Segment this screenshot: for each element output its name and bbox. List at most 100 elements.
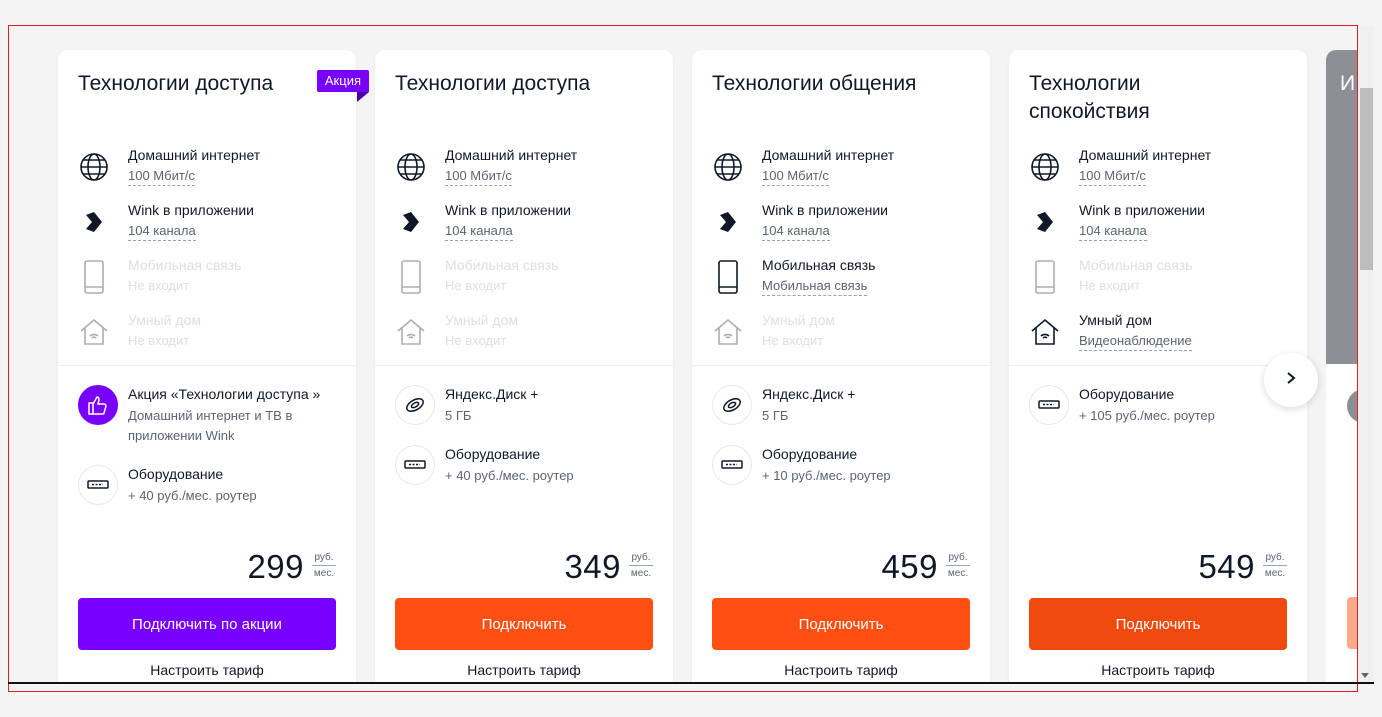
feature-name: Умный дом: [762, 312, 835, 328]
configure-tariff-link[interactable]: Настроить тариф: [692, 662, 990, 678]
price-unit-divider: [946, 565, 970, 566]
feature-value[interactable]: Видеонаблюдение: [1079, 332, 1192, 351]
globe-icon: [712, 151, 744, 183]
feature-mobile: Мобильная связь Не входит: [395, 256, 655, 300]
next-card-button[interactable]: [1347, 597, 1357, 649]
price-unit-divider: [312, 565, 336, 566]
feature-value[interactable]: 104 канала: [1079, 222, 1147, 241]
router-icon: [395, 445, 435, 485]
tariff-card: Технологии доступа Акция Домашний интерн…: [58, 50, 370, 682]
price-unit-divider: [1263, 565, 1287, 566]
house-icon: [395, 316, 427, 348]
feature-smart-home: Умный дом Видеонаблюдение: [1029, 311, 1289, 355]
configure-tariff-link[interactable]: Настроить тариф: [58, 662, 356, 678]
feature-value: Не входит: [128, 333, 190, 348]
connect-button[interactable]: Подключить: [395, 598, 653, 650]
price-unit: руб. мес.: [629, 552, 653, 585]
router-icon: [78, 465, 118, 505]
feature-internet: Домашний интернет 100 Мбит/с: [395, 146, 655, 190]
phone-icon: [78, 260, 110, 294]
feature-internet: Домашний интернет 100 Мбит/с: [712, 146, 972, 190]
feature-name: Wink в приложении: [128, 202, 254, 218]
connect-button[interactable]: Подключить: [712, 598, 970, 650]
price-currency: руб.: [631, 552, 651, 563]
disk-icon: [395, 385, 435, 425]
feature-name: Умный дом: [445, 312, 518, 328]
feature-value: Не входит: [445, 333, 507, 348]
feature-value[interactable]: 100 Мбит/с: [445, 167, 512, 186]
price-amount: 549: [1198, 548, 1255, 585]
wink-icon: [78, 206, 110, 238]
feature-value[interactable]: 100 Мбит/с: [128, 167, 195, 186]
feature-name: Wink в приложении: [1079, 202, 1205, 218]
option-title: Оборудование: [1079, 386, 1175, 402]
option-text: + 105 руб./мес. роутер: [1079, 408, 1215, 423]
option-title: Акция «Технологии доступа »: [128, 386, 321, 402]
next-card-header[interactable]: И: [1326, 50, 1357, 364]
thumbs-up-icon: [78, 385, 118, 425]
price-period: мес.: [1264, 568, 1286, 579]
tariff-card: Технологии общения Домашний интернет 100…: [692, 50, 990, 682]
feature-value[interactable]: Мобильная связь: [762, 277, 868, 296]
option-title: Яндекс.Диск +: [445, 386, 539, 402]
globe-icon: [395, 151, 427, 183]
feature-value[interactable]: 104 канала: [762, 222, 830, 241]
feature-value: Не входит: [1079, 278, 1141, 293]
price-unit: руб. мес.: [312, 552, 336, 585]
divider: [58, 365, 356, 366]
feature-name: Wink в приложении: [762, 202, 888, 218]
feature-name: Умный дом: [1079, 312, 1152, 328]
vertical-scrollbar[interactable]: [1358, 26, 1374, 682]
router-icon: [1029, 385, 1069, 425]
configure-tariff-link[interactable]: Настроить тариф: [1009, 662, 1307, 678]
wink-icon: [395, 206, 427, 238]
connect-promo-button[interactable]: Подключить по акции: [78, 598, 336, 650]
price: 459 руб. мес.: [881, 545, 970, 585]
feature-value[interactable]: 100 Мбит/с: [762, 167, 829, 186]
feature-smart-home: Умный дом Не входит: [712, 311, 972, 355]
tariff-card: Технологии доступа Домашний интернет 100…: [375, 50, 673, 682]
price-amount: 349: [564, 548, 621, 585]
scroll-down-arrow-icon[interactable]: [1361, 673, 1369, 678]
next-card-title: И: [1340, 72, 1356, 95]
feature-wink: Wink в приложении 104 канала: [395, 201, 655, 245]
scrollbar-thumb[interactable]: [1360, 88, 1373, 270]
router-icon: [712, 445, 752, 485]
phone-icon: [712, 260, 744, 294]
price-unit-divider: [629, 565, 653, 566]
feature-value[interactable]: 100 Мбит/с: [1079, 167, 1146, 186]
price-period: мес.: [947, 568, 969, 579]
price-amount: 459: [881, 548, 938, 585]
connect-button[interactable]: Подключить: [1029, 598, 1287, 650]
option-text: + 10 руб./мес. роутер: [762, 468, 891, 483]
feature-name: Wink в приложении: [445, 202, 571, 218]
feature-name: Домашний интернет: [128, 147, 261, 163]
option-title: Яндекс.Диск +: [762, 386, 856, 402]
feature-value: Не входит: [762, 333, 824, 348]
carousel-next-button[interactable]: [1264, 353, 1318, 407]
house-icon: [1029, 316, 1061, 348]
feature-name: Мобильная связь: [128, 257, 242, 273]
house-icon: [712, 316, 744, 348]
option-title: Оборудование: [445, 446, 541, 462]
feature-wink: Wink в приложении 104 канала: [1029, 201, 1289, 245]
configure-tariff-link[interactable]: Настроить тариф: [375, 662, 673, 678]
feature-mobile: Мобильная связь Мобильная связь: [712, 256, 972, 300]
feature-name: Домашний интернет: [1079, 147, 1212, 163]
price-unit: руб. мес.: [1263, 552, 1287, 585]
price-unit: руб. мес.: [946, 552, 970, 585]
price-period: мес.: [630, 568, 652, 579]
option-text: Домашний интернет и ТВ в приложении Wink: [128, 408, 293, 443]
feature-smart-home: Умный дом Не входит: [395, 311, 655, 355]
price-currency: руб.: [948, 552, 968, 563]
price-currency: руб.: [1265, 552, 1285, 563]
card-title: Технологии спокойствия: [1029, 72, 1150, 123]
feature-value[interactable]: 104 канала: [128, 222, 196, 241]
feature-mobile: Мобильная связь Не входит: [1029, 256, 1289, 300]
chevron-right-icon: [1284, 371, 1298, 390]
option-title: Оборудование: [762, 446, 858, 462]
feature-wink: Wink в приложении 104 канала: [78, 201, 338, 245]
feature-value[interactable]: 104 канала: [445, 222, 513, 241]
feature-name: Домашний интернет: [762, 147, 895, 163]
feature-name: Мобильная связь: [1079, 257, 1193, 273]
